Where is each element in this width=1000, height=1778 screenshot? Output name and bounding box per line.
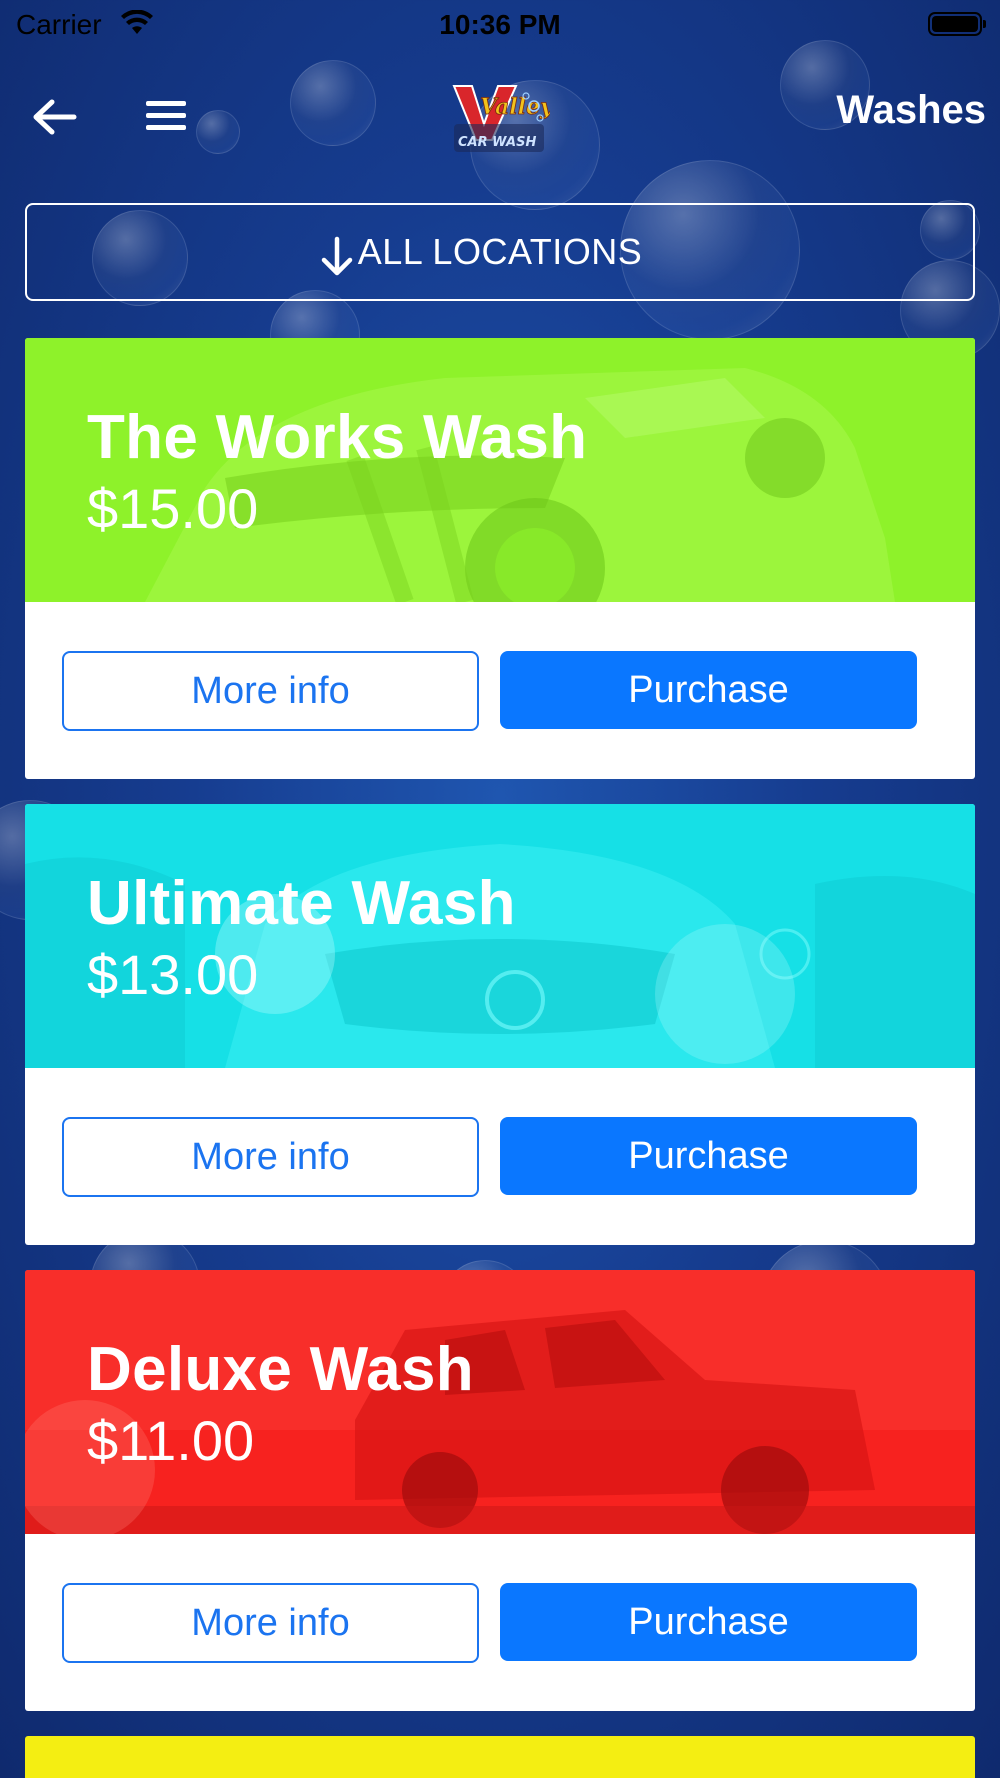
status-bar: Carrier 10:36 PM xyxy=(0,0,1000,50)
location-label: ALL LOCATIONS xyxy=(357,231,643,272)
wash-banner: The Works Wash $15.00 xyxy=(25,338,975,602)
card-actions: More info Purchase xyxy=(25,1534,975,1711)
more-info-button[interactable]: More info xyxy=(62,1583,479,1663)
purchase-button[interactable]: Purchase xyxy=(500,1583,917,1661)
wash-banner: Ultimate Wash $13.00 xyxy=(25,804,975,1068)
wash-card-works: The Works Wash $15.00 More info Purchase xyxy=(25,338,975,779)
wash-card-ultimate: Ultimate Wash $13.00 More info Purchase xyxy=(25,804,975,1245)
purchase-button[interactable]: Purchase xyxy=(500,1117,917,1195)
battery-icon xyxy=(928,12,986,36)
menu-button[interactable] xyxy=(144,94,188,138)
wash-price: $13.00 xyxy=(87,943,259,1006)
status-time: 10:36 PM xyxy=(439,9,561,40)
logo-text-bottom: CAR WASH xyxy=(458,135,536,150)
more-info-button[interactable]: More info xyxy=(62,651,479,731)
valley-car-wash-logo: Valley CAR WASH xyxy=(450,80,555,160)
arrow-left-icon xyxy=(33,99,77,135)
card-actions: More info Purchase xyxy=(25,1068,975,1245)
wash-name: Ultimate Wash xyxy=(87,869,516,938)
wash-name: Deluxe Wash xyxy=(87,1335,474,1404)
back-button[interactable] xyxy=(30,92,80,142)
more-info-button[interactable]: More info xyxy=(62,1117,479,1197)
purchase-button[interactable]: Purchase xyxy=(500,651,917,729)
wash-card-next-partial xyxy=(25,1736,975,1778)
hamburger-icon xyxy=(146,101,186,130)
page-title: Washes xyxy=(836,88,986,132)
wash-banner: Deluxe Wash $11.00 xyxy=(25,1270,975,1534)
wash-price: $15.00 xyxy=(87,477,259,540)
wash-price: $11.00 xyxy=(87,1409,255,1472)
wash-name: The Works Wash xyxy=(87,403,588,472)
location-selector[interactable]: ALL LOCATIONS xyxy=(25,203,975,301)
card-actions: More info Purchase xyxy=(25,602,975,779)
nav-bar: Valley CAR WASH Washes xyxy=(0,60,1000,170)
wash-card-deluxe: Deluxe Wash $11.00 More info Purchase xyxy=(25,1270,975,1711)
